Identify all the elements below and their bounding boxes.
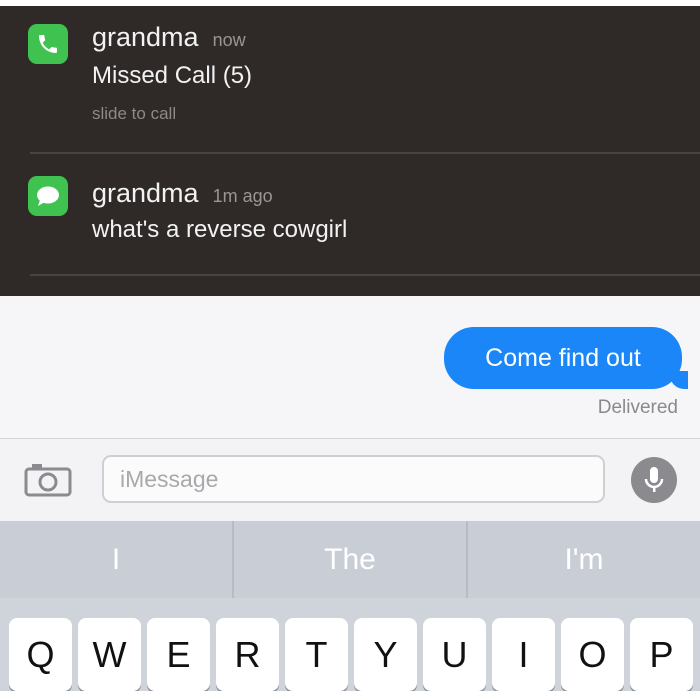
notification-title: grandma 1m ago xyxy=(92,178,273,209)
message-text: Come find out xyxy=(485,343,641,372)
notification-body: what's a reverse cowgirl xyxy=(92,216,348,243)
keyboard: Q W E R T Y U I O P xyxy=(0,598,700,691)
key-q[interactable]: Q xyxy=(9,618,72,691)
key-y[interactable]: Y xyxy=(354,618,417,691)
microphone-icon[interactable] xyxy=(631,457,677,503)
key-t[interactable]: T xyxy=(285,618,348,691)
key-o[interactable]: O xyxy=(561,618,624,691)
phone-icon xyxy=(28,24,68,64)
notification-sender: grandma xyxy=(92,178,199,208)
camera-icon[interactable] xyxy=(24,463,72,497)
key-e[interactable]: E xyxy=(147,618,210,691)
outgoing-message-bubble[interactable]: Come find out xyxy=(444,327,688,389)
imessage-input[interactable]: iMessage xyxy=(102,455,605,503)
prediction-suggestion[interactable]: I'm xyxy=(468,521,700,598)
key-i[interactable]: I xyxy=(492,618,555,691)
predictive-text-bar: I The I'm xyxy=(0,521,700,598)
notification-divider xyxy=(30,152,700,154)
notification-title: grandma now xyxy=(92,22,246,53)
key-p[interactable]: P xyxy=(630,618,693,691)
slide-to-call-hint[interactable]: slide to call xyxy=(92,104,176,124)
delivery-status: Delivered xyxy=(597,397,678,418)
notification-body: Missed Call (5) xyxy=(92,62,253,89)
key-w[interactable]: W xyxy=(78,618,141,691)
key-u[interactable]: U xyxy=(423,618,486,691)
notification-center: grandma now Missed Call (5) slide to call… xyxy=(0,0,700,296)
prediction-suggestion[interactable]: The xyxy=(234,521,468,598)
key-r[interactable]: R xyxy=(216,618,279,691)
notification-divider xyxy=(30,274,700,276)
prediction-suggestion[interactable]: I xyxy=(0,521,234,598)
notification-time: 1m ago xyxy=(212,186,273,206)
notification-time: now xyxy=(212,30,246,50)
notification-sender: grandma xyxy=(92,22,199,52)
message-icon xyxy=(28,176,68,216)
